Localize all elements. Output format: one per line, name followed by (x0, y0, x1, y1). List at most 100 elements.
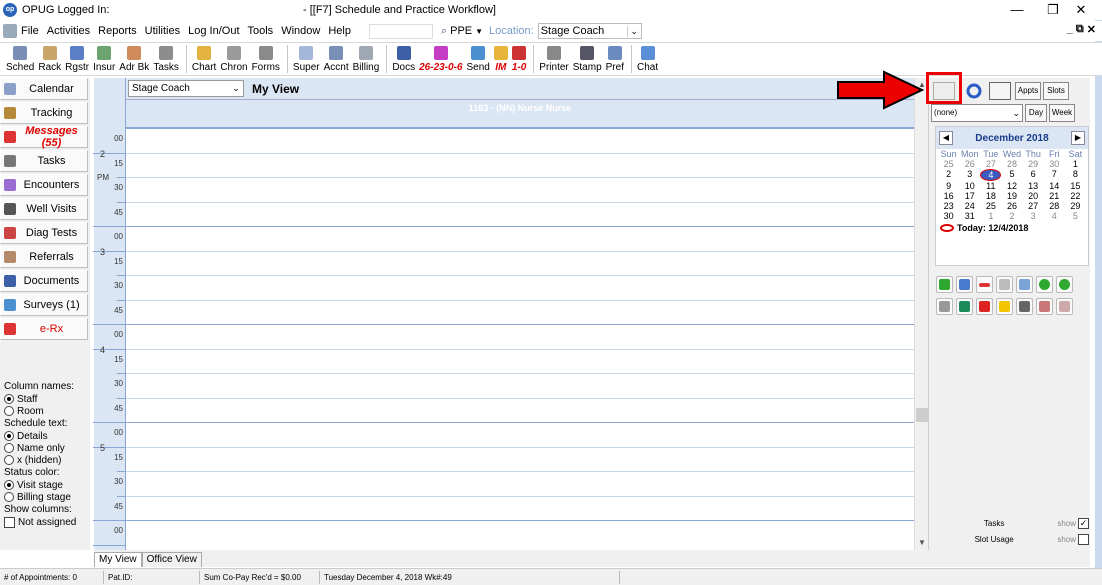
radio-billing-stage[interactable]: Billing stage (4, 491, 90, 503)
help-icon[interactable] (996, 298, 1013, 315)
none-select[interactable]: (none) ⌄ (931, 104, 1023, 122)
radio-name-only[interactable]: Name only (4, 442, 90, 454)
schedule-grid[interactable]: Stage Coach ⌄ My View 1163 - (NN) Nurse … (126, 78, 914, 550)
appts-button[interactable]: Appts (1015, 82, 1041, 100)
calendar-day[interactable]: 16 (938, 191, 959, 201)
radio-button[interactable] (4, 406, 14, 416)
next-month-button[interactable]: ▶ (1070, 131, 1085, 145)
toolbar-rack-button[interactable]: Rack (38, 46, 61, 75)
calendar-day[interactable]: 28 (1044, 201, 1065, 211)
calendar-day[interactable]: 4 (980, 169, 1002, 181)
schedule-location-select[interactable]: Stage Coach ⌄ (128, 80, 244, 97)
calendar-day[interactable]: 31 (959, 211, 980, 221)
mdi-restore-button[interactable]: ⧉ (1076, 23, 1084, 36)
calendar-day[interactable]: 24 (959, 201, 980, 211)
radio-details[interactable]: Details (4, 430, 90, 442)
edit-icon[interactable] (956, 276, 973, 293)
location-select[interactable]: Stage Coach ⌄ (537, 23, 642, 39)
toolbar-chron-button[interactable]: Chron (220, 46, 248, 75)
slots-button[interactable]: Slots (1043, 82, 1069, 100)
calendar-day[interactable]: 8 (1065, 169, 1086, 181)
calendar-day[interactable]: 29 (1023, 159, 1044, 169)
menu-item-file[interactable]: File (17, 25, 43, 37)
calendar-day[interactable]: 28 (1001, 159, 1022, 169)
nav-item-e-rx[interactable]: e-Rx (0, 318, 88, 340)
toolbar-accnt-button[interactable]: Accnt (324, 46, 349, 75)
radio-button[interactable] (4, 394, 14, 404)
radio-button[interactable] (4, 480, 14, 490)
calendar-day[interactable]: 25 (938, 159, 959, 169)
menu-item-utilities[interactable]: Utilities (141, 25, 184, 37)
remove-icon[interactable] (976, 276, 993, 293)
nav-item-calendar[interactable]: Calendar (0, 78, 88, 100)
calendar-day[interactable]: 2 (938, 169, 959, 181)
nav-item-tasks[interactable]: Tasks (0, 150, 88, 172)
calendar-day[interactable]: 13 (1023, 181, 1044, 191)
provider-column-header[interactable]: 1163 - (NN) Nurse Nurse (126, 100, 914, 128)
red-flag-icon[interactable] (976, 298, 993, 315)
menu-item-loginout[interactable]: Log In/Out (184, 25, 243, 37)
calendar-day[interactable]: 23 (938, 201, 959, 211)
toolbar-chart-button[interactable]: Chart (192, 46, 216, 75)
radio-button[interactable] (4, 431, 14, 441)
toolbar-tasks-button[interactable]: Tasks (153, 46, 179, 75)
back-icon[interactable] (1036, 276, 1053, 293)
ppe-menu[interactable]: ⌕ PPE ▼ (441, 25, 483, 38)
calendar-day[interactable]: 20 (1023, 191, 1044, 201)
toolbar-rgstr-button[interactable]: Rgstr (65, 46, 89, 75)
user-alt-icon[interactable] (1056, 298, 1073, 315)
toolbar-chat-button[interactable]: Chat (637, 46, 658, 75)
today-link[interactable]: Today: 12/4/2018 (936, 223, 1088, 233)
toolbar-billing-button[interactable]: Billing (353, 46, 379, 75)
toolbar-send-button[interactable]: Send (466, 46, 490, 75)
document-icon[interactable] (1016, 298, 1033, 315)
nav-item-tracking[interactable]: Tracking (0, 102, 88, 124)
toolbar-pref-button[interactable]: Pref (606, 46, 624, 75)
slot-usage-show-checkbox[interactable] (1078, 533, 1089, 545)
radio-room[interactable]: Room (4, 405, 90, 417)
menu-item-activities[interactable]: Activities (43, 25, 94, 37)
radio-button[interactable] (4, 492, 14, 502)
flag-icon[interactable] (956, 298, 973, 315)
calendar-day[interactable]: 22 (1065, 191, 1086, 201)
calendar-day[interactable]: 29 (1065, 201, 1086, 211)
clipboard-icon[interactable] (989, 82, 1011, 100)
toolbar-adr-bk-button[interactable]: Adr Bk (119, 46, 149, 75)
calendar-day[interactable]: 2 (1001, 211, 1022, 221)
calendar-day[interactable]: 4 (1044, 211, 1065, 221)
calendar-day[interactable]: 5 (1001, 169, 1022, 181)
mdi-close-button[interactable]: ✕ (1087, 23, 1096, 36)
menu-item-reports[interactable]: Reports (94, 25, 141, 37)
week-button[interactable]: Week (1049, 104, 1075, 122)
menu-item-window[interactable]: Window (277, 25, 324, 37)
mdi-minimize-button[interactable]: _ (1067, 23, 1073, 36)
chart-icon[interactable] (936, 298, 953, 315)
nav-item-surveys----[interactable]: Surveys (1) (0, 294, 88, 316)
refresh-icon[interactable] (963, 82, 985, 100)
close-button[interactable]: ✕ (1058, 0, 1102, 20)
calendar-day[interactable]: 9 (938, 181, 959, 191)
toolbar-sched-button[interactable]: Sched (6, 46, 34, 75)
tab-office-view[interactable]: Office View (141, 552, 202, 567)
nav-item-messages-----[interactable]: Messages (55) (0, 125, 88, 149)
calendar-day[interactable]: 26 (959, 159, 980, 169)
calendar-day[interactable]: 6 (1023, 169, 1044, 181)
scroll-thumb[interactable] (916, 408, 928, 422)
tasks-show-checkbox[interactable]: ✓ (1078, 517, 1089, 529)
calendar-day[interactable]: 15 (1065, 181, 1086, 191)
menu-item-tools[interactable]: Tools (244, 25, 278, 37)
user-icon[interactable] (1036, 298, 1053, 315)
calendar-day[interactable]: 1 (1065, 159, 1086, 169)
calendar-day[interactable]: 30 (938, 211, 959, 221)
toolbar-forms-button[interactable]: Forms (252, 46, 280, 75)
schedule-scrollbar[interactable]: ▲ ▼ (914, 78, 928, 550)
forward-icon[interactable] (1056, 276, 1073, 293)
checkbox-box[interactable] (4, 516, 15, 528)
calendar-day[interactable]: 30 (1044, 159, 1065, 169)
nav-item-well-visits[interactable]: Well Visits (0, 198, 88, 220)
toolbar-im-button[interactable]: IM (493, 46, 508, 75)
calendar-day[interactable]: 3 (1023, 211, 1044, 221)
scroll-down-icon[interactable]: ▼ (915, 536, 929, 550)
calendar-day[interactable]: 1 (980, 211, 1001, 221)
day-button[interactable]: Day (1025, 104, 1047, 122)
